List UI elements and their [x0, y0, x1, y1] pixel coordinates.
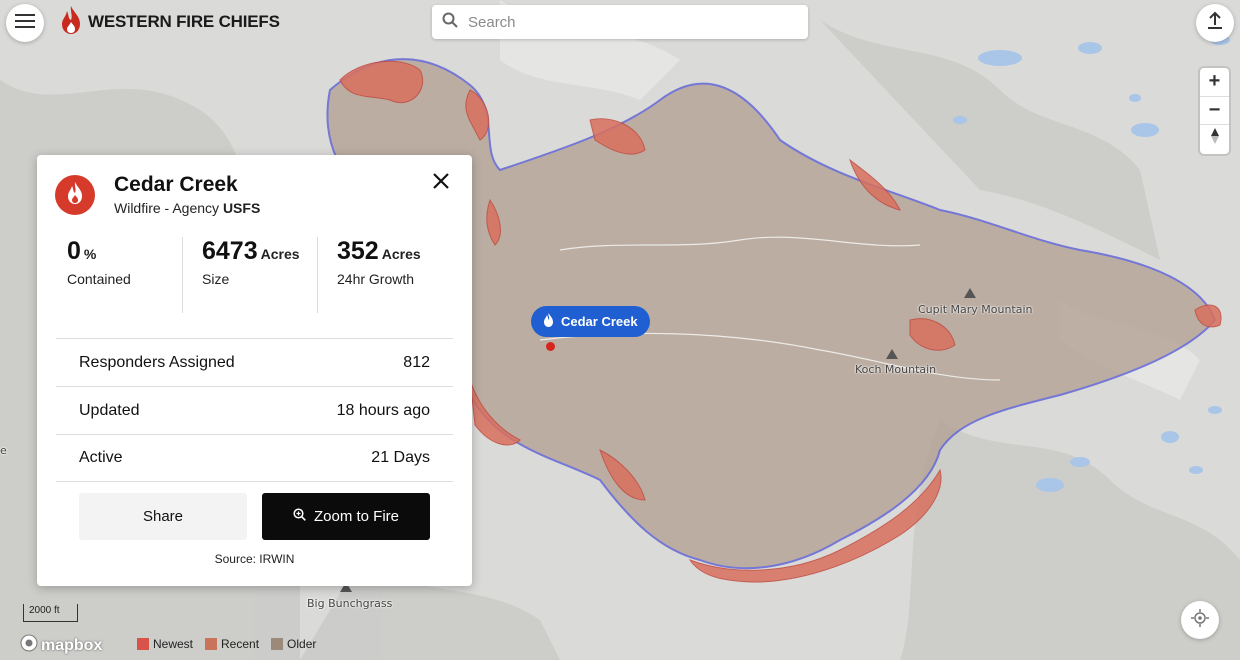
compass-button[interactable] — [1200, 125, 1229, 154]
zoom-in-button[interactable]: + — [1200, 68, 1229, 97]
row-value: 18 hours ago — [336, 401, 430, 419]
fire-info-panel: Cedar Creek Wildfire - Agency USFS 0% Co… — [37, 155, 472, 586]
map-scale-bar: 2000 ft — [23, 604, 78, 622]
flame-icon — [543, 313, 554, 330]
share-map-button[interactable] — [1196, 4, 1234, 42]
map-zoom-control: + − — [1200, 68, 1229, 154]
zoom-out-button[interactable]: − — [1200, 97, 1229, 126]
stat-label: Contained — [67, 271, 131, 287]
hamburger-icon — [15, 13, 35, 34]
stat-unit: Acres — [381, 246, 421, 262]
place-label-edge: e — [0, 444, 7, 457]
row-label: Responders Assigned — [79, 353, 235, 371]
row-value: 21 Days — [371, 449, 430, 466]
legend-label: Newest — [153, 637, 194, 651]
fire-subtitle: Wildfire - Agency USFS — [114, 200, 261, 216]
place-label-koch-mountain: Koch Mountain — [855, 363, 937, 376]
legend-item-recent: Recent — [205, 637, 259, 651]
legend-label: Recent — [221, 637, 260, 651]
mapbox-logo[interactable]: mapbox — [20, 634, 102, 657]
agency-name: USFS — [222, 200, 261, 216]
fire-origin-dot[interactable] — [546, 342, 555, 351]
zoom-icon — [293, 508, 306, 525]
data-source: Source: IRWIN — [214, 552, 295, 566]
stat-label: Size — [202, 271, 230, 287]
mapbox-wordmark: mapbox — [41, 636, 103, 654]
agency-prefix: Agency — [172, 200, 220, 216]
legend-label: Older — [287, 637, 317, 651]
row-label: Updated — [79, 401, 140, 419]
zoom-to-fire-button[interactable]: Zoom to Fire — [262, 493, 430, 540]
stat-value: 352 — [337, 237, 379, 265]
search-input[interactable] — [468, 13, 788, 31]
legend-item-newest: Newest — [137, 637, 193, 651]
row-value: 812 — [403, 353, 430, 371]
brand-name: WESTERN FIRE CHIEFS — [88, 12, 280, 31]
stat-unit: Acres — [260, 246, 300, 262]
stat-label: 24hr Growth — [337, 271, 415, 287]
upload-icon — [1205, 11, 1225, 36]
flame-logo-icon — [58, 5, 84, 40]
stat-unit: % — [83, 246, 97, 262]
fire-badge — [55, 175, 95, 215]
menu-button[interactable] — [6, 4, 44, 42]
fire-type: Wildfire — [114, 200, 161, 216]
close-button[interactable] — [429, 171, 453, 195]
compass-icon — [1209, 127, 1221, 151]
stat-divider — [182, 237, 183, 313]
place-label-cupit-mary: Cupit Mary Mountain — [918, 303, 1033, 316]
legend-swatch — [271, 638, 284, 650]
map-legend: Newest Recent Older — [137, 637, 316, 651]
brand-logo[interactable]: WESTERN FIRE CHIEFS — [58, 5, 280, 40]
close-icon — [433, 172, 449, 194]
fire-title: Cedar Creek — [114, 173, 238, 196]
search-bar[interactable] — [432, 5, 808, 39]
row-responders: Responders Assigned 812 — [56, 338, 453, 386]
mapbox-icon — [20, 634, 38, 657]
search-icon — [442, 12, 458, 33]
legend-swatch — [205, 638, 218, 650]
zoom-to-fire-label: Zoom to Fire — [313, 508, 400, 525]
row-updated: Updated 18 hours ago — [56, 386, 453, 434]
place-label-big-bunchgrass: Big Bunchgrass — [307, 597, 393, 610]
fire-marker[interactable]: Cedar Creek — [531, 306, 650, 337]
row-active: Active 21 Days — [56, 434, 453, 482]
flame-icon — [66, 181, 84, 209]
share-button[interactable]: Share — [79, 493, 247, 540]
stat-contained: 0% Contained — [67, 237, 131, 313]
locate-me-button[interactable] — [1181, 601, 1219, 639]
crosshair-icon — [1191, 608, 1209, 632]
stat-divider — [317, 237, 318, 313]
stat-value: 6473 — [202, 237, 258, 265]
stat-growth: 352 Acres 24hr Growth — [337, 237, 421, 313]
stat-size: 6473 Acres Size — [202, 237, 300, 313]
fire-marker-label: Cedar Creek — [561, 314, 638, 329]
legend-item-older: Older — [271, 637, 316, 651]
row-label: Active — [79, 449, 123, 466]
legend-swatch — [137, 638, 149, 650]
stat-value: 0 — [67, 237, 81, 265]
